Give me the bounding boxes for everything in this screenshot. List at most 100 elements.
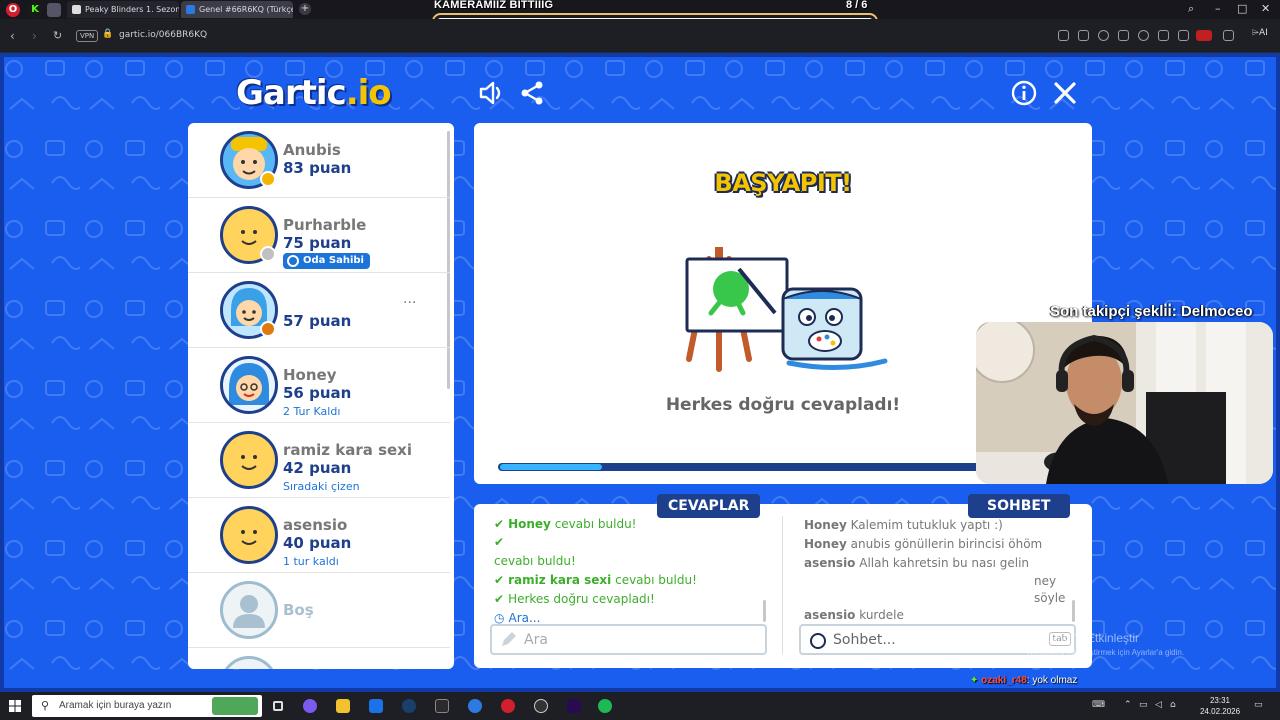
ai-label: AI (1259, 28, 1268, 38)
profile-icon[interactable] (1196, 30, 1212, 41)
heart-icon[interactable] (1138, 30, 1149, 41)
webcam-feed (976, 322, 1273, 484)
tray-arrow-icon[interactable]: ⌃ (1124, 700, 1132, 710)
chat-user: asensio (804, 608, 856, 622)
player-row[interactable]: 57 puan ··· (188, 273, 450, 348)
camera-icon[interactable] (1078, 30, 1089, 41)
spotify-icon[interactable] (598, 699, 612, 713)
windows-start-icon[interactable] (9, 700, 21, 712)
kick-icon[interactable]: K (28, 3, 42, 17)
webcam-overlay (976, 322, 1273, 484)
task-view-icon[interactable] (273, 701, 283, 711)
share-icon[interactable] (518, 79, 546, 107)
chat-line: asensio Allah kahretsin bu nası gelin (804, 556, 1029, 570)
file-explorer-icon[interactable] (336, 699, 350, 713)
minimize-button[interactable]: – (1215, 2, 1221, 15)
avatar (220, 506, 278, 564)
keyboard-icon[interactable]: ⌨ (1092, 700, 1105, 710)
player-note: 2 Tur Kaldı (283, 405, 341, 418)
avatar (220, 356, 278, 414)
player-note: Sıradaki çizen (283, 480, 360, 493)
sound-icon[interactable] (477, 79, 505, 107)
chat-user: Honey (804, 518, 847, 532)
shield-icon[interactable] (1098, 30, 1109, 41)
last-follower-banner: Son takipçi şekli̇i̇: Delmoceo (1050, 303, 1253, 320)
maximize-button[interactable]: □ (1237, 2, 1247, 15)
search-tabs-icon[interactable]: ⌕ (1188, 2, 1194, 16)
back-icon[interactable]: ‹ (10, 29, 15, 43)
player-name: Honey (283, 366, 337, 384)
answer-line: ✔ Honey cevabı buldu! (494, 517, 636, 531)
opera-taskbar-icon[interactable] (501, 699, 515, 713)
avatar-face-icon (232, 443, 266, 477)
player-row-empty[interactable] (188, 648, 450, 669)
download-icon[interactable] (1158, 30, 1169, 41)
edit-icon[interactable] (1058, 30, 1069, 41)
check-icon: ✔ (494, 517, 505, 531)
notifications-icon[interactable]: ▭ (1254, 700, 1263, 710)
close-window-button[interactable]: ✕ (1261, 2, 1270, 15)
player-name: asensio (283, 516, 348, 534)
player-row-empty[interactable]: Boş (188, 573, 450, 648)
masterpiece-title: BAŞYAPIT! (714, 169, 852, 197)
tab-answers[interactable]: CEVAPLAR (657, 494, 761, 518)
forward-icon[interactable]: › (32, 29, 37, 43)
ai-button[interactable]: ⌲AI (1252, 28, 1268, 38)
info-icon[interactable] (1010, 79, 1038, 107)
reload-icon[interactable]: ↻ (53, 29, 62, 42)
tab-peaky-blinders[interactable]: Peaky Blinders 1. Sezon 1. (67, 1, 179, 18)
chat-bubble-icon (809, 632, 827, 654)
language-icon[interactable]: ⌂ (1170, 700, 1176, 710)
chat-scrollbar[interactable] (1072, 600, 1075, 622)
vpn-badge[interactable]: VPN (76, 30, 99, 42)
mail-icon[interactable] (369, 699, 383, 713)
premiere-icon[interactable] (567, 699, 581, 713)
copilot-icon[interactable] (303, 699, 317, 713)
steam-icon[interactable] (402, 699, 416, 713)
taskbar-search-placeholder: Aramak için buraya yazın (59, 700, 172, 711)
volume-icon[interactable]: ◁ (1155, 700, 1162, 710)
player-name: Anubis (283, 141, 341, 159)
chat-text: ney (1034, 574, 1057, 588)
app-icon[interactable] (468, 699, 482, 713)
pencil-icon (500, 632, 516, 652)
new-tab-button[interactable]: + (299, 3, 311, 15)
play-icon[interactable] (1118, 30, 1129, 41)
player-menu-icon[interactable]: ··· (403, 295, 416, 311)
owner-label: Oda Sahibi (303, 255, 364, 266)
tab-chat[interactable]: SOHBET (968, 494, 1070, 518)
clock-icon: ◷ (494, 611, 505, 625)
player-row[interactable]: Honey 56 puan 2 Tur Kaldı (188, 348, 450, 423)
tab-gartic[interactable]: Genel #66R6KQ (Türkçe) (181, 1, 293, 18)
status-badge (260, 246, 276, 262)
extension-icon[interactable] (47, 3, 61, 17)
close-icon[interactable] (1051, 79, 1079, 107)
opera-icon[interactable]: O (6, 3, 20, 17)
answers-scrollbar[interactable] (763, 600, 766, 622)
answer-line: ✔ (494, 535, 508, 549)
player-row[interactable]: Anubis 83 puan (188, 123, 450, 198)
chat-platform-icon: ✦ (970, 675, 979, 686)
taskbar-search[interactable]: ⚲ Aramak için buraya yazın (32, 695, 262, 717)
chat-text: anubis gönüllerin birincisi öhöm (850, 537, 1043, 551)
player-score: 57 puan (283, 312, 352, 330)
network-icon[interactable]: ▭ (1139, 700, 1148, 710)
url-field[interactable]: gartic.io/066BR6KQ (119, 30, 207, 40)
answer-user: Honey (508, 517, 551, 531)
epic-games-icon[interactable] (435, 699, 449, 713)
taskbar-clock[interactable]: 23:31 24.02.2026 (1200, 695, 1240, 717)
obs-icon[interactable] (534, 699, 548, 713)
answer-user: ramiz kara sexi (508, 573, 612, 587)
answer-text: cevabı buldu! (554, 517, 637, 531)
menu-icon[interactable] (1178, 30, 1189, 41)
lock-icon[interactable]: 🔒 (102, 29, 113, 39)
search-highlight-image (212, 697, 258, 715)
answer-input[interactable]: Ara (490, 624, 767, 655)
player-row[interactable]: ramiz kara sexi 42 puan Sıradaki çizen (188, 423, 450, 498)
wallet-icon[interactable] (1223, 30, 1234, 41)
player-name: ramiz kara sexi (283, 441, 413, 459)
player-row[interactable]: asensio 40 puan 1 tur kaldı (188, 498, 450, 573)
chat-line: asensio kurdele (804, 608, 904, 622)
player-row[interactable]: Purharble 75 puan Oda Sahibi (188, 198, 450, 273)
player-name: Boş (283, 601, 314, 619)
